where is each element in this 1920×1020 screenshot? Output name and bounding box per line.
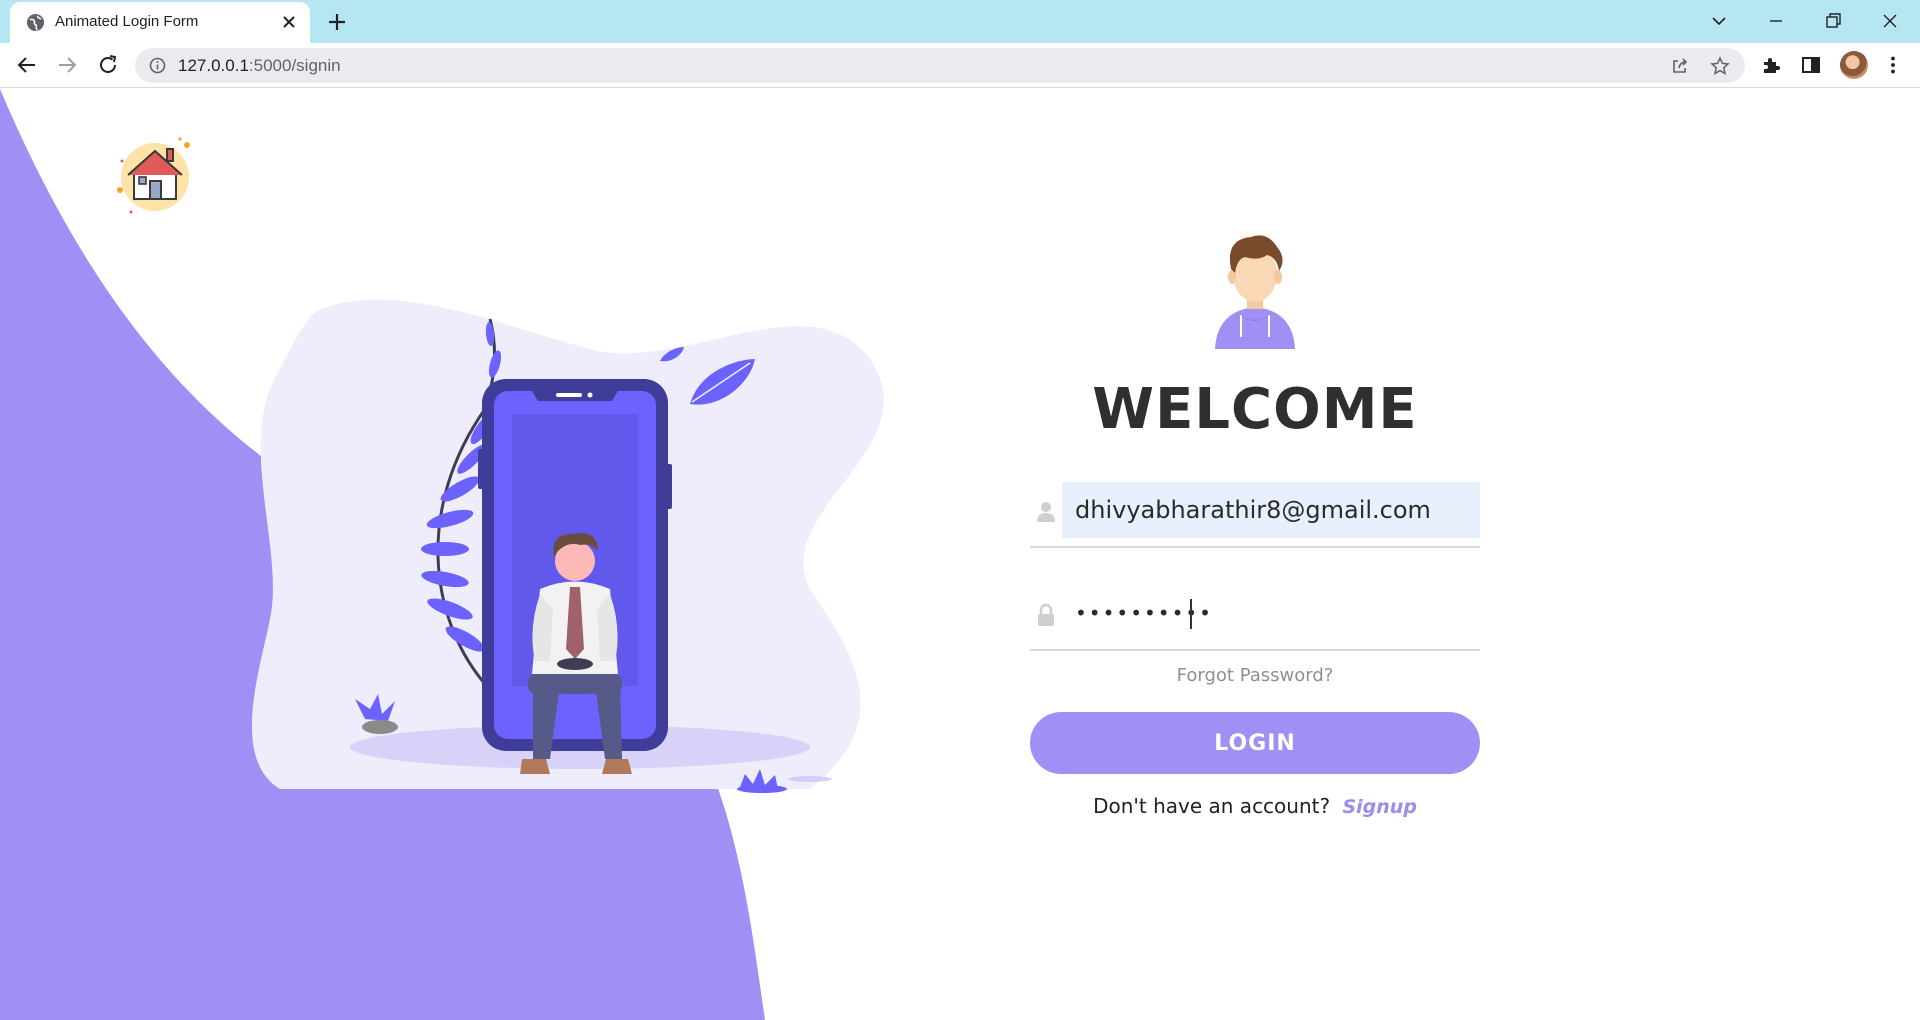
tab-strip: Animated Login Form (0, 0, 1920, 43)
restore-icon[interactable] (1819, 8, 1847, 34)
page-content: WELCOME Forgot Password? LOGIN Don't hav… (0, 89, 1920, 1020)
side-panel-icon[interactable] (1800, 54, 1822, 76)
extensions-icon[interactable] (1760, 54, 1782, 76)
signup-prompt: Don't have an account? Signup (1030, 794, 1480, 818)
close-icon[interactable] (280, 13, 298, 31)
forward-icon[interactable] (55, 53, 79, 77)
address-bar[interactable]: 127.0.0.1:5000/signin (135, 48, 1745, 83)
browser-tab[interactable]: Animated Login Form (10, 2, 310, 43)
password-field (1030, 585, 1480, 651)
email-input[interactable] (1062, 482, 1480, 538)
share-icon[interactable] (1670, 56, 1690, 76)
close-window-icon[interactable] (1876, 8, 1904, 34)
password-input[interactable] (1062, 585, 1480, 641)
browser-toolbar: 127.0.0.1:5000/signin (0, 43, 1920, 88)
menu-dots-icon[interactable] (1882, 54, 1904, 76)
email-field (1030, 482, 1480, 548)
star-icon[interactable] (1710, 56, 1730, 76)
user-icon (1037, 502, 1055, 522)
login-button[interactable]: LOGIN (1030, 712, 1480, 774)
lock-icon (1038, 603, 1054, 626)
reload-icon[interactable] (96, 53, 120, 77)
login-form: WELCOME Forgot Password? LOGIN Don't hav… (1030, 229, 1480, 929)
home-icon[interactable] (115, 135, 195, 215)
welcome-heading: WELCOME (1092, 377, 1418, 442)
url-path: :5000/signin (248, 56, 341, 75)
forgot-password-link[interactable]: Forgot Password? (1030, 665, 1480, 686)
url-text[interactable]: 127.0.0.1:5000/signin (178, 56, 341, 76)
url-host: 127.0.0.1 (178, 56, 249, 75)
phone-illustration (251, 299, 884, 793)
text-caret (1190, 599, 1192, 629)
globe-icon (26, 13, 45, 32)
profile-avatar[interactable] (1840, 51, 1868, 79)
tab-title: Animated Login Form (55, 13, 199, 30)
no-account-text: Don't have an account? (1093, 794, 1331, 818)
info-icon[interactable] (149, 57, 166, 74)
signup-link[interactable]: Signup (1342, 796, 1416, 818)
chevron-down-icon[interactable] (1705, 8, 1733, 34)
avatar-icon (1215, 235, 1295, 349)
back-icon[interactable] (15, 53, 39, 77)
plus-icon[interactable] (325, 10, 349, 34)
minimize-icon[interactable] (1762, 8, 1790, 34)
